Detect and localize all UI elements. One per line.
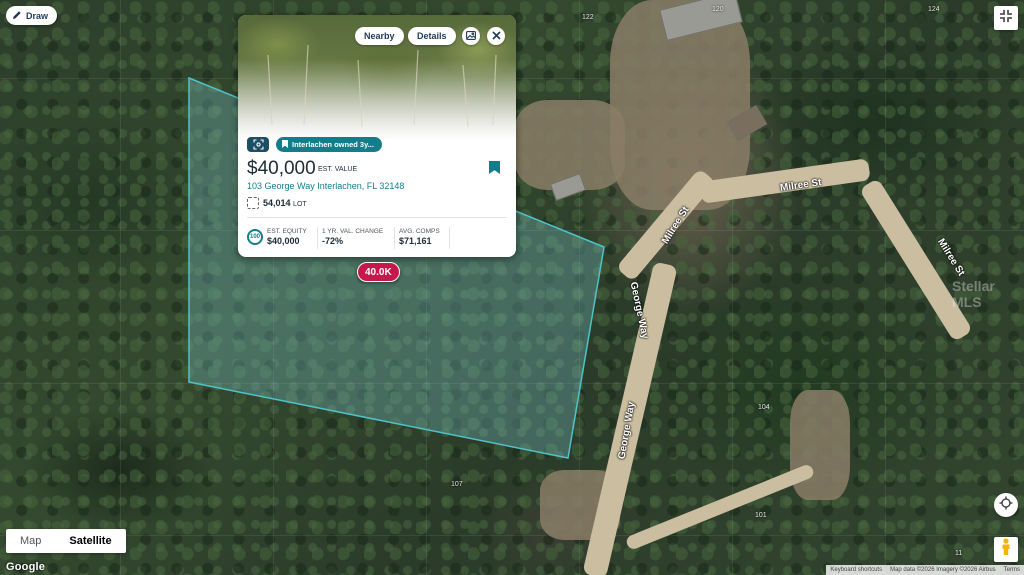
stat-label: 1 YR. VAL. CHANGE [322, 228, 384, 235]
map-type-control: Map Satellite [6, 529, 126, 553]
stat-label: EST. EQUITY [267, 228, 307, 235]
bookmark-icon [282, 139, 288, 150]
close-button[interactable] [487, 27, 505, 45]
stat-value: -72% [322, 235, 344, 246]
lot-size-icon [247, 197, 259, 209]
pencil-icon [12, 10, 22, 22]
stat-value-change: 1 YR. VAL. CHANGE -72% [322, 228, 383, 247]
close-icon [491, 27, 501, 45]
nearby-button[interactable]: Nearby [355, 27, 404, 45]
lot-size-value: 54,014 [263, 198, 291, 208]
property-address[interactable]: 103 George Way Interlachen, FL 32148 [247, 181, 404, 191]
stat-est-equity: EST. EQUITY $40,000 [267, 228, 307, 247]
google-logo: Google [6, 561, 46, 573]
estimated-price: $40,000 [247, 158, 316, 179]
street-view-button[interactable] [994, 537, 1018, 562]
lot-size: 54,014 LOT [263, 198, 307, 208]
bookmark-icon [489, 161, 500, 178]
fullscreen-button[interactable] [994, 6, 1018, 30]
recenter-button[interactable] [994, 493, 1018, 517]
keyboard-shortcuts-link[interactable]: Keyboard shortcuts [826, 567, 886, 573]
stat-label: AVG. COMPS [399, 228, 440, 235]
stat-value: $71,161 [399, 235, 432, 246]
equity-gauge-icon: 100 [247, 229, 263, 245]
image-icon [466, 27, 476, 45]
details-button[interactable]: Details [408, 27, 456, 45]
stat-avg-comps: AVG. COMPS $71,161 [399, 228, 440, 247]
lot-size-unit: LOT [293, 201, 307, 208]
price-label: EST. VALUE [318, 166, 358, 173]
stat-divider [317, 227, 318, 249]
ai-vision-icon[interactable] [247, 137, 269, 152]
pegman-icon [1001, 538, 1011, 561]
draw-label: Draw [26, 10, 49, 21]
stat-divider [449, 227, 450, 249]
crosshair-icon [999, 496, 1013, 515]
map-type-satellite-button[interactable]: Satellite [55, 529, 126, 553]
map-attribution: Keyboard shortcuts Map data ©2026 Imager… [826, 565, 1024, 575]
divider [247, 217, 507, 218]
stat-divider [394, 227, 395, 249]
price-marker[interactable]: 40.0K [357, 262, 400, 282]
exit-fullscreen-icon [999, 9, 1013, 28]
draw-button[interactable]: Draw [6, 6, 58, 25]
stat-value: $40,000 [267, 235, 300, 246]
map-type-map-button[interactable]: Map [6, 529, 56, 553]
owner-badge[interactable]: Interlachen owned 3y... [276, 137, 382, 152]
owner-badge-text: Interlachen owned 3y... [292, 140, 374, 149]
photos-button[interactable] [462, 27, 480, 45]
save-bookmark-button[interactable] [489, 161, 500, 179]
property-card: Nearby Details Interlachen owned 3y... $… [238, 15, 516, 257]
terms-link[interactable]: Terms [1000, 567, 1024, 573]
map-data-text: Map data ©2026 Imagery ©2026 Airbus [890, 567, 996, 573]
